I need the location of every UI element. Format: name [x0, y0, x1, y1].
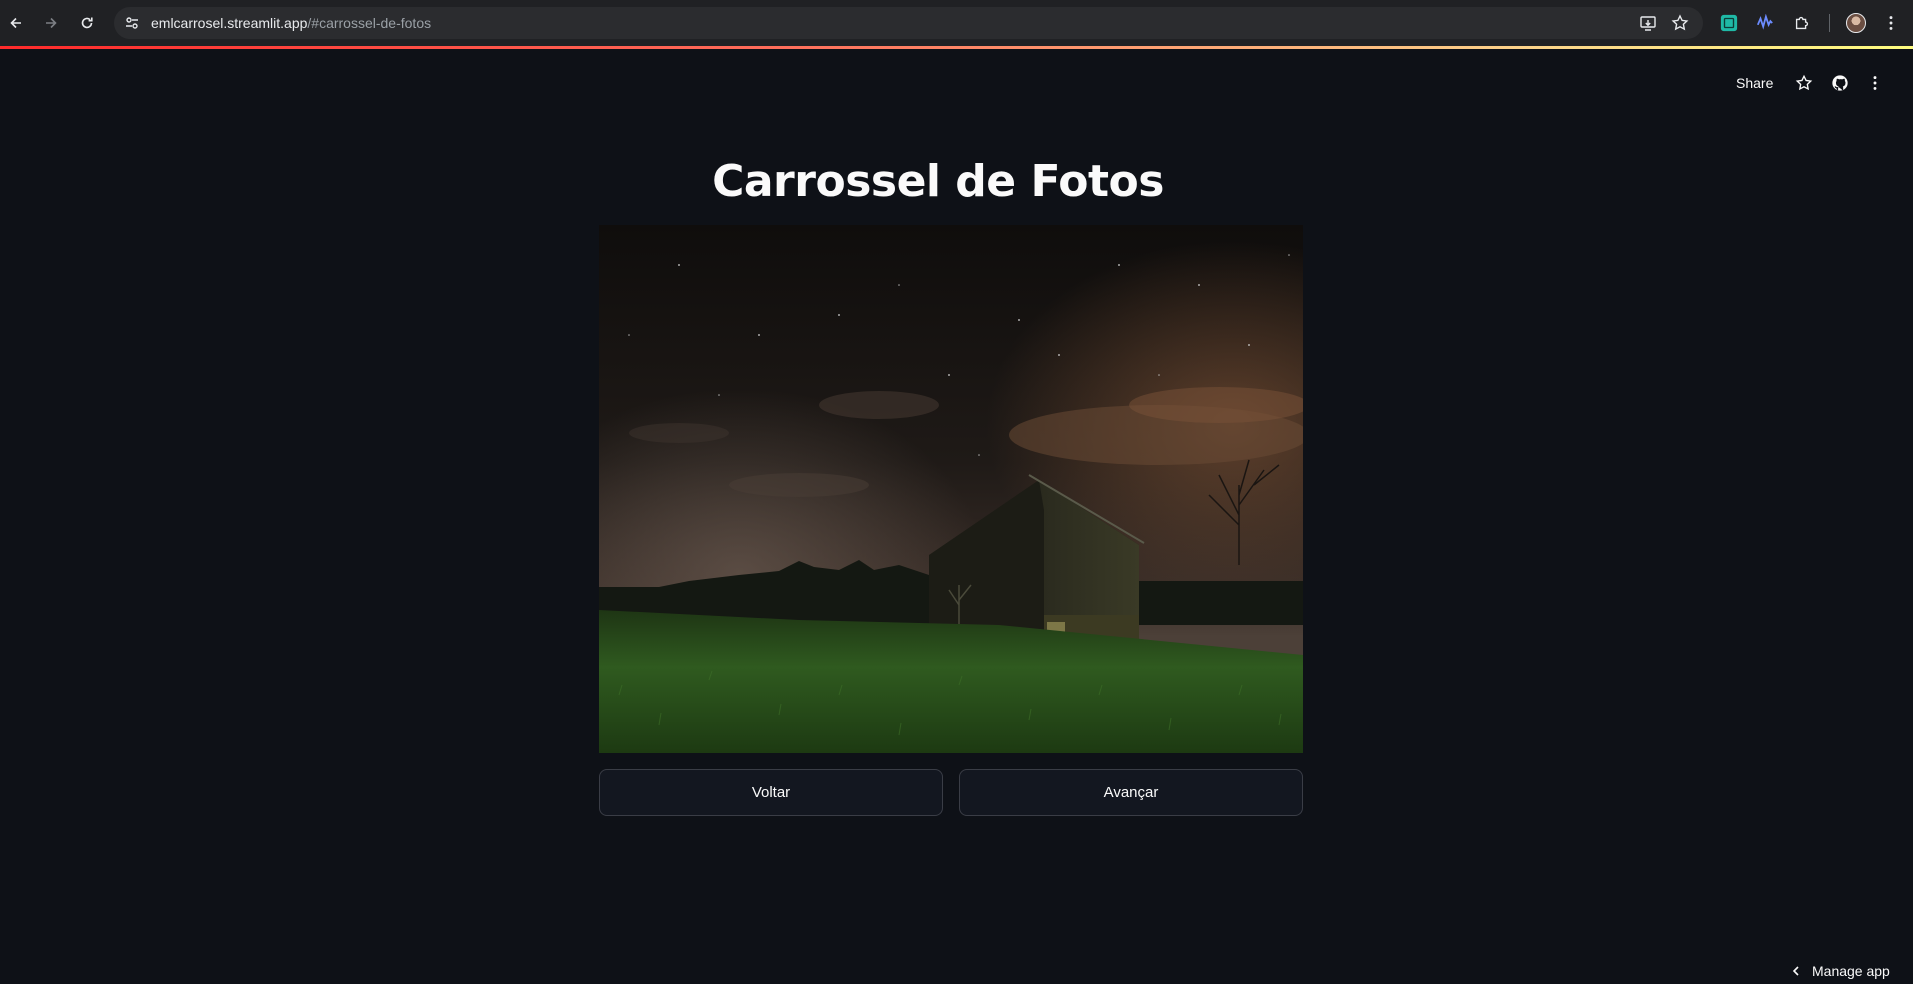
page-title: Carrossel de Fotos — [712, 156, 1164, 207]
bookmark-star-icon[interactable] — [1671, 14, 1689, 32]
browser-toolbar: emlcarrosel.streamlit.app/#carrossel-de-… — [0, 0, 1913, 46]
extension-icon[interactable] — [1754, 12, 1776, 34]
back-button[interactable]: Voltar — [599, 769, 943, 816]
install-app-icon[interactable] — [1639, 14, 1657, 32]
more-icon[interactable] — [1880, 12, 1902, 34]
next-button[interactable]: Avançar — [959, 769, 1303, 816]
site-settings-icon[interactable] — [124, 15, 140, 31]
chevron-left-icon — [1792, 966, 1799, 976]
share-button[interactable]: Share — [1736, 73, 1773, 93]
manage-app-label: Manage app — [1812, 963, 1890, 979]
github-icon[interactable] — [1830, 73, 1850, 93]
app-header — [0, 49, 1913, 117]
url-text: emlcarrosel.streamlit.app/#carrossel-de-… — [151, 15, 432, 31]
more-vertical-icon[interactable] — [1865, 73, 1885, 93]
profile-avatar[interactable] — [1846, 13, 1866, 33]
reload-icon[interactable] — [75, 11, 99, 35]
toolbar-divider — [1829, 14, 1830, 32]
back-icon[interactable] — [4, 11, 28, 35]
star-icon[interactable] — [1794, 73, 1814, 93]
address-bar[interactable]: emlcarrosel.streamlit.app/#carrossel-de-… — [114, 7, 1703, 39]
manage-app-button[interactable]: Manage app — [1790, 961, 1890, 981]
carousel-image — [599, 225, 1303, 753]
extension-icon[interactable] — [1718, 12, 1740, 34]
puzzle-icon[interactable] — [1791, 12, 1813, 34]
forward-icon[interactable] — [39, 11, 63, 35]
